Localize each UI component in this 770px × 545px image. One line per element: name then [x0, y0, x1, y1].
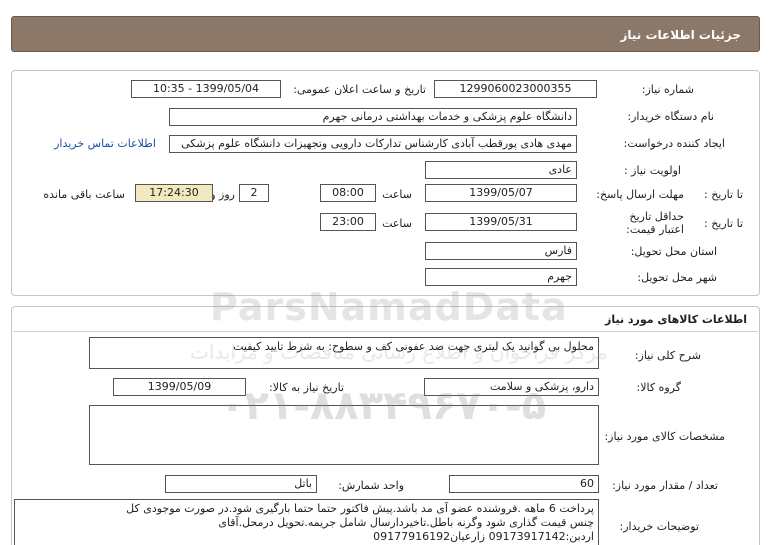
days-label: روز و [210, 188, 235, 201]
days-remaining-field: 2 [239, 184, 269, 202]
validity-time-field: 23:00 [320, 213, 376, 231]
validity-time-label: ساعت [382, 217, 412, 230]
specs-label: مشخصات کالای مورد نیاز: [604, 430, 725, 443]
unit-field: باتل [165, 475, 317, 493]
buyer-notes-line-3: اردبن:09173917142 زارعیان09177916192 [373, 530, 594, 543]
need-date-field: 1399/05/09 [113, 378, 246, 396]
buyer-contact-link[interactable]: اطلاعات تماس خریدار [54, 137, 156, 150]
remaining-time-field: 17:24:30 [135, 184, 213, 202]
buyer-org-field: دانشگاه علوم پزشکی و خدمات بهداشتی درمان… [169, 108, 577, 126]
group-field: دارو، پزشکی و سلامت [424, 378, 599, 396]
validity-date-field: 1399/05/31 [425, 213, 577, 231]
buyer-org-label: نام دستگاه خریدار: [627, 110, 714, 123]
priority-field: عادی [425, 161, 577, 179]
section-divider [13, 331, 758, 332]
creator-field: مهدی هادی پورقطب آبادی کارشناس تدارکات د… [169, 135, 577, 153]
announce-field: 1399/05/04 - 10:35 [131, 80, 281, 98]
creator-label: ایجاد کننده درخواست: [623, 137, 725, 150]
goods-section-title: اطلاعات کالاهای مورد نیاز [605, 313, 747, 326]
need-info-panel: شماره نیاز: 1299060023000355 تاریخ و ساع… [11, 70, 760, 296]
description-field: محلول بی گوانید یک لیتری جهت ضد عفونی کف… [89, 337, 599, 369]
goods-panel: اطلاعات کالاهای مورد نیاز شرح کلی نیاز: … [11, 306, 760, 545]
need-number-field: 1299060023000355 [434, 80, 597, 98]
reply-time-label: ساعت [382, 188, 412, 201]
priority-label: اولویت نیاز : [623, 164, 681, 177]
reply-deadline-label: مهلت ارسال پاسخ: [596, 188, 684, 201]
description-text: محلول بی گوانید یک لیتری جهت ضد عفونی کف… [233, 340, 594, 353]
group-label: گروه کالا: [636, 381, 681, 394]
reply-time-field: 08:00 [320, 184, 376, 202]
reply-date-field: 1399/05/07 [425, 184, 577, 202]
specs-field [89, 405, 599, 465]
reply-to-date-label: تا تاریخ : [704, 188, 743, 201]
page-title: جزئیات اطلاعات نیاز [620, 28, 741, 42]
validity-to-date-label: تا تاریخ : [704, 217, 743, 230]
quantity-field: 60 [449, 475, 599, 493]
buyer-notes-line-2: چنس قیمت گذاری شود وگرنه باطل.تاخیردارسا… [218, 516, 594, 529]
remaining-label: ساعت باقی مانده [43, 188, 125, 201]
quantity-label: تعداد / مقدار مورد نیاز: [612, 479, 718, 492]
need-number-label: شماره نیاز: [641, 83, 694, 96]
buyer-notes-field: پرداخت 6 ماهه .فروشنده عضو آی مد باشد.پی… [14, 499, 599, 545]
page-header: جزئیات اطلاعات نیاز [11, 16, 760, 52]
need-date-label: تاریخ نیاز به کالا: [269, 381, 344, 394]
city-field: جهرم [425, 268, 577, 286]
unit-label: واحد شمارش: [338, 479, 404, 492]
buyer-notes-line-1: پرداخت 6 ماهه .فروشنده عضو آی مد باشد.پی… [126, 502, 594, 515]
description-label: شرح کلی نیاز: [634, 349, 701, 362]
announce-label: تاریخ و ساعت اعلان عمومی: [293, 83, 426, 96]
province-label: استان محل تحویل: [630, 245, 717, 258]
province-field: فارس [425, 242, 577, 260]
price-validity-label: حداقل تاریخ اعتبار قیمت: [626, 210, 684, 236]
buyer-notes-label: توضیحات خریدار: [619, 520, 700, 533]
city-label: شهر محل تحویل: [637, 271, 717, 284]
